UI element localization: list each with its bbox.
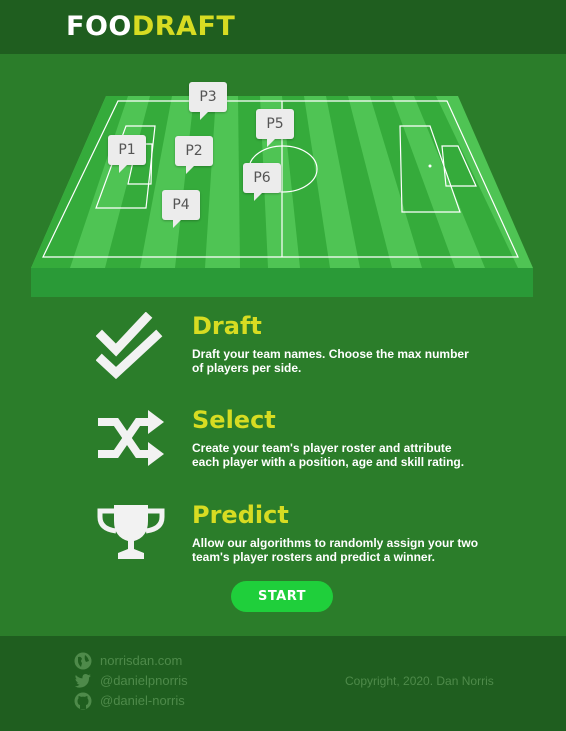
globe-icon xyxy=(74,652,92,670)
feature-title: Select xyxy=(192,406,276,434)
player-marker-p5[interactable]: P5 xyxy=(256,109,294,147)
app-logo[interactable]: FOODRAFT xyxy=(66,11,235,43)
player-marker-p6[interactable]: P6 xyxy=(243,163,281,201)
player-marker-p2[interactable]: P2 xyxy=(175,136,213,174)
feature-title: Predict xyxy=(192,501,289,529)
shuffle-icon xyxy=(96,408,166,478)
feature-draft: Draft Draft your team names. Choose the … xyxy=(0,311,566,392)
feature-description: Allow our algorithms to randomly assign … xyxy=(192,536,479,564)
github-icon xyxy=(74,692,92,710)
feature-description: Create your team's player roster and att… xyxy=(192,441,465,469)
pitch-illustration: P1 P2 P3 P4 P5 P6 xyxy=(0,54,566,304)
feature-select: Select Create your team's player roster … xyxy=(0,406,566,486)
player-marker-p1[interactable]: P1 xyxy=(108,135,146,173)
app-header: FOODRAFT xyxy=(0,0,566,54)
player-marker-p3[interactable]: P3 xyxy=(189,82,227,120)
footer: norrisdan.com @danielpnorris @daniel-nor… xyxy=(0,636,566,731)
feature-title: Draft xyxy=(192,312,262,340)
copyright-text: Copyright, 2020. Dan Norris xyxy=(345,674,494,688)
twitter-icon xyxy=(74,674,91,688)
trophy-icon xyxy=(96,501,166,571)
feature-description: Draft your team names. Choose the max nu… xyxy=(192,347,469,375)
start-button[interactable]: START xyxy=(231,581,333,612)
feature-predict: Predict Allow our algorithms to randomly… xyxy=(0,501,566,581)
double-check-icon xyxy=(95,311,166,382)
player-marker-p4[interactable]: P4 xyxy=(162,190,200,228)
